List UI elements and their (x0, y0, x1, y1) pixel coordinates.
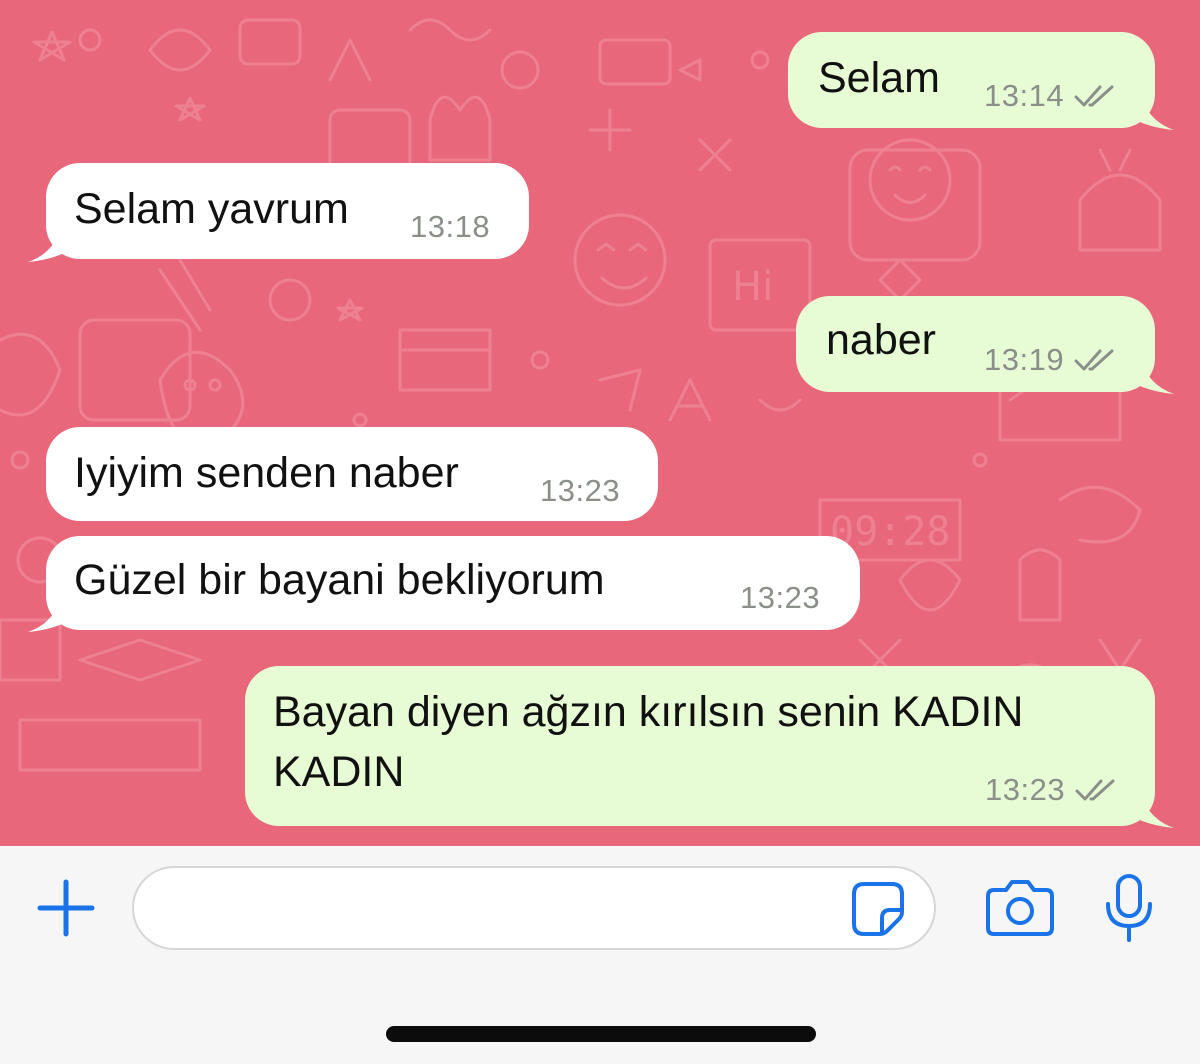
message-time: 13:23 (740, 580, 821, 615)
message-bubble-outgoing[interactable]: naber 13:19 (796, 296, 1155, 392)
bubble-tail (28, 598, 62, 632)
double-check-icon (1074, 85, 1114, 107)
message-text: Iyiyim senden naber (74, 449, 459, 497)
bubble-tail (1140, 360, 1174, 394)
home-indicator[interactable] (386, 1026, 816, 1042)
message-text: naber (826, 316, 936, 364)
message-text: Güzel bir bayani bekliyorum (74, 556, 605, 604)
message-meta: 13:14 (984, 78, 1118, 114)
chat-area[interactable]: Hi 09:28 Selam 13:14 Selam yavrum 13:18 … (0, 0, 1200, 846)
plus-icon[interactable] (34, 876, 98, 940)
sticker-icon[interactable] (850, 880, 906, 936)
double-check-icon (1075, 779, 1115, 801)
message-meta: 13:23 (985, 772, 1119, 808)
message-time: 13:18 (410, 209, 491, 244)
message-bubble-outgoing[interactable]: Selam 13:14 (788, 32, 1155, 128)
message-meta: 13:19 (984, 342, 1118, 378)
microphone-icon[interactable] (1104, 872, 1154, 944)
message-time: 13:19 (984, 342, 1065, 377)
message-time: 13:23 (985, 772, 1066, 807)
message-bubble-outgoing[interactable]: Bayan diyen ağzın kırılsın senin KADIN K… (245, 666, 1155, 826)
bubble-tail (28, 228, 62, 262)
message-bubble-incoming[interactable]: Selam yavrum 13:18 (46, 163, 529, 259)
message-bubble-incoming[interactable]: Iyiyim senden naber 13:23 (46, 427, 658, 521)
message-text-line-2: KADIN (273, 748, 405, 796)
message-time: 13:23 (540, 473, 621, 508)
bubble-tail (1140, 794, 1174, 828)
double-check-icon (1074, 349, 1114, 371)
svg-text:Hi: Hi (732, 264, 773, 310)
message-bubble-incoming[interactable]: Güzel bir bayani bekliyorum 13:23 (46, 536, 860, 630)
message-text: Selam yavrum (74, 185, 349, 233)
message-time: 13:14 (984, 78, 1065, 113)
message-text-line-1: Bayan diyen ağzın kırılsın senin KADIN (273, 688, 1024, 736)
bubble-tail (1140, 96, 1174, 130)
message-text: Selam (818, 54, 940, 102)
message-input[interactable] (132, 866, 936, 950)
camera-icon[interactable] (986, 876, 1054, 938)
